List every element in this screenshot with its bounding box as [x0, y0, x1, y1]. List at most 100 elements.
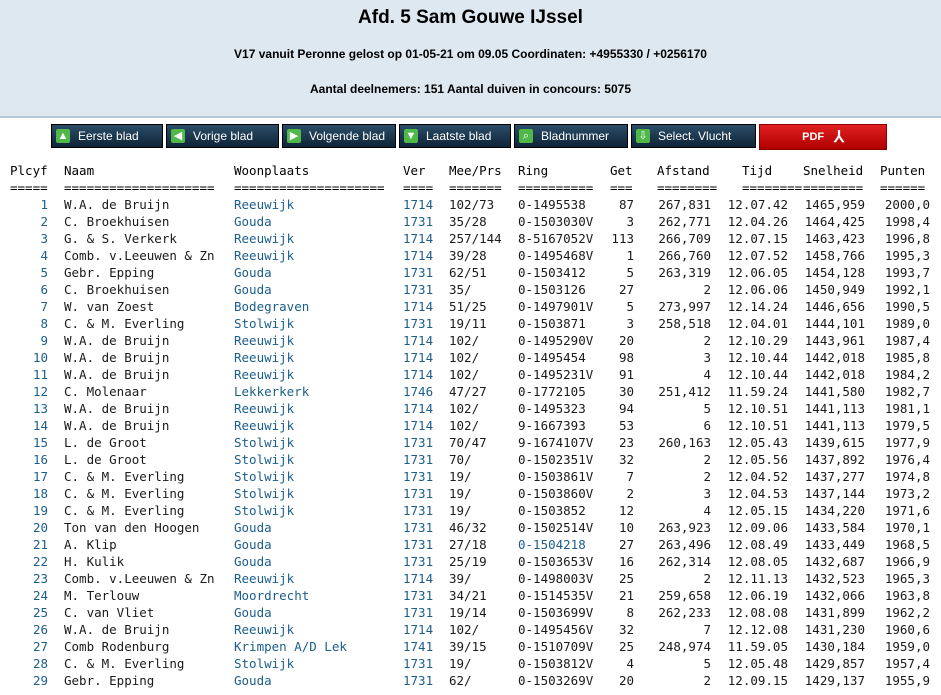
last-page-button[interactable]: ▼ Laatste blad: [399, 124, 511, 148]
row-ver[interactable]: 1714: [403, 621, 433, 638]
row-ver[interactable]: 1714: [403, 247, 433, 264]
row-mee-prs: 70/: [449, 452, 472, 467]
row-get: 87: [618, 197, 634, 212]
row-rank[interactable]: 29: [10, 672, 48, 689]
row-city[interactable]: Gouda: [234, 519, 272, 536]
row-ver[interactable]: 1731: [403, 672, 433, 689]
row-city[interactable]: Reeuwijk: [234, 247, 294, 264]
row-city[interactable]: Gouda: [234, 213, 272, 230]
row-ver[interactable]: 1714: [403, 400, 433, 417]
row-ver[interactable]: 1731: [403, 281, 433, 298]
row-rank[interactable]: 2: [10, 213, 48, 230]
row-city[interactable]: Moordrecht: [234, 587, 309, 604]
row-rank[interactable]: 7: [10, 298, 48, 315]
row-rank[interactable]: 20: [10, 519, 48, 536]
row-city[interactable]: Stolwijk: [234, 655, 294, 672]
row-city[interactable]: Reeuwijk: [234, 570, 294, 587]
row-ver[interactable]: 1714: [403, 196, 433, 213]
row-rank[interactable]: 17: [10, 468, 48, 485]
row-ver[interactable]: 1714: [403, 366, 433, 383]
row-rank[interactable]: 21: [10, 536, 48, 553]
row-city[interactable]: Stolwijk: [234, 485, 294, 502]
row-city[interactable]: Krimpen A/D Lek: [234, 638, 347, 655]
row-city[interactable]: Reeuwijk: [234, 230, 294, 247]
sep-tijd: ========: [742, 180, 803, 195]
row-rank[interactable]: 1: [10, 196, 48, 213]
row-city[interactable]: Stolwijk: [234, 502, 294, 519]
first-page-button[interactable]: ▲ Eerste blad: [51, 124, 163, 148]
row-ver[interactable]: 1714: [403, 570, 433, 587]
row-city[interactable]: Reeuwijk: [234, 332, 294, 349]
row-ver[interactable]: 1714: [403, 349, 433, 366]
row-ver[interactable]: 1746: [403, 383, 433, 400]
row-city[interactable]: Stolwijk: [234, 315, 294, 332]
row-rank[interactable]: 14: [10, 417, 48, 434]
row-city[interactable]: Reeuwijk: [234, 349, 294, 366]
row-rank[interactable]: 11: [10, 366, 48, 383]
row-tijd: 12.06.19: [727, 588, 788, 603]
row-city[interactable]: Reeuwijk: [234, 417, 294, 434]
row-city[interactable]: Gouda: [234, 553, 272, 570]
next-page-button[interactable]: ▶ Volgende blad: [282, 124, 396, 148]
row-rank[interactable]: 6: [10, 281, 48, 298]
row-rank[interactable]: 24: [10, 587, 48, 604]
row-rank[interactable]: 9: [10, 332, 48, 349]
row-ver[interactable]: 1714: [403, 417, 433, 434]
row-rank[interactable]: 4: [10, 247, 48, 264]
row-rank[interactable]: 27: [10, 638, 48, 655]
row-rank[interactable]: 25: [10, 604, 48, 621]
row-rank[interactable]: 5: [10, 264, 48, 281]
row-ver[interactable]: 1731: [403, 587, 433, 604]
row-rank[interactable]: 12: [10, 383, 48, 400]
row-city[interactable]: Reeuwijk: [234, 366, 294, 383]
row-city[interactable]: Stolwijk: [234, 451, 294, 468]
row-ver[interactable]: 1731: [403, 519, 433, 536]
row-snelheid: 1439,615: [804, 435, 865, 450]
row-ver[interactable]: 1731: [403, 536, 433, 553]
row-ver[interactable]: 1731: [403, 485, 433, 502]
row-ver[interactable]: 1714: [403, 332, 433, 349]
row-ver[interactable]: 1731: [403, 553, 433, 570]
pdf-button[interactable]: PDF ⅄: [759, 124, 887, 150]
page-number-button[interactable]: ⌕ Bladnummer: [514, 124, 628, 148]
row-city[interactable]: Gouda: [234, 281, 272, 298]
row-city[interactable]: Reeuwijk: [234, 621, 294, 638]
row-city[interactable]: Gouda: [234, 264, 272, 281]
row-city[interactable]: Lekkerkerk: [234, 383, 309, 400]
row-rank[interactable]: 8: [10, 315, 48, 332]
row-rank[interactable]: 22: [10, 553, 48, 570]
row-ver[interactable]: 1714: [403, 298, 433, 315]
row-rank[interactable]: 16: [10, 451, 48, 468]
row-ver[interactable]: 1731: [403, 604, 433, 621]
row-rank[interactable]: 10: [10, 349, 48, 366]
select-flight-button[interactable]: ⇩ Select. Vlucht: [631, 124, 756, 148]
row-rank[interactable]: 28: [10, 655, 48, 672]
row-rank[interactable]: 23: [10, 570, 48, 587]
row-city[interactable]: Reeuwijk: [234, 196, 294, 213]
row-ver[interactable]: 1731: [403, 434, 433, 451]
row-ver[interactable]: 1731: [403, 502, 433, 519]
row-rank[interactable]: 19: [10, 502, 48, 519]
row-city[interactable]: Gouda: [234, 604, 272, 621]
row-city[interactable]: Stolwijk: [234, 434, 294, 451]
row-ver[interactable]: 1731: [403, 655, 433, 672]
row-ver[interactable]: 1731: [403, 451, 433, 468]
row-city[interactable]: Stolwijk: [234, 468, 294, 485]
row-rank[interactable]: 3: [10, 230, 48, 247]
row-ver[interactable]: 1714: [403, 230, 433, 247]
previous-page-button[interactable]: ◀ Vorige blad: [166, 124, 279, 148]
row-city[interactable]: Reeuwijk: [234, 400, 294, 417]
row-rank[interactable]: 13: [10, 400, 48, 417]
row-ver[interactable]: 1741: [403, 638, 433, 655]
row-city[interactable]: Gouda: [234, 536, 272, 553]
row-ver[interactable]: 1731: [403, 315, 433, 332]
row-get: 25: [618, 571, 634, 586]
row-ver[interactable]: 1731: [403, 468, 433, 485]
row-rank[interactable]: 18: [10, 485, 48, 502]
row-ver[interactable]: 1731: [403, 213, 433, 230]
row-ver[interactable]: 1731: [403, 264, 433, 281]
row-rank[interactable]: 15: [10, 434, 48, 451]
row-city[interactable]: Bodegraven: [234, 298, 309, 315]
row-rank[interactable]: 26: [10, 621, 48, 638]
row-city[interactable]: Gouda: [234, 672, 272, 689]
